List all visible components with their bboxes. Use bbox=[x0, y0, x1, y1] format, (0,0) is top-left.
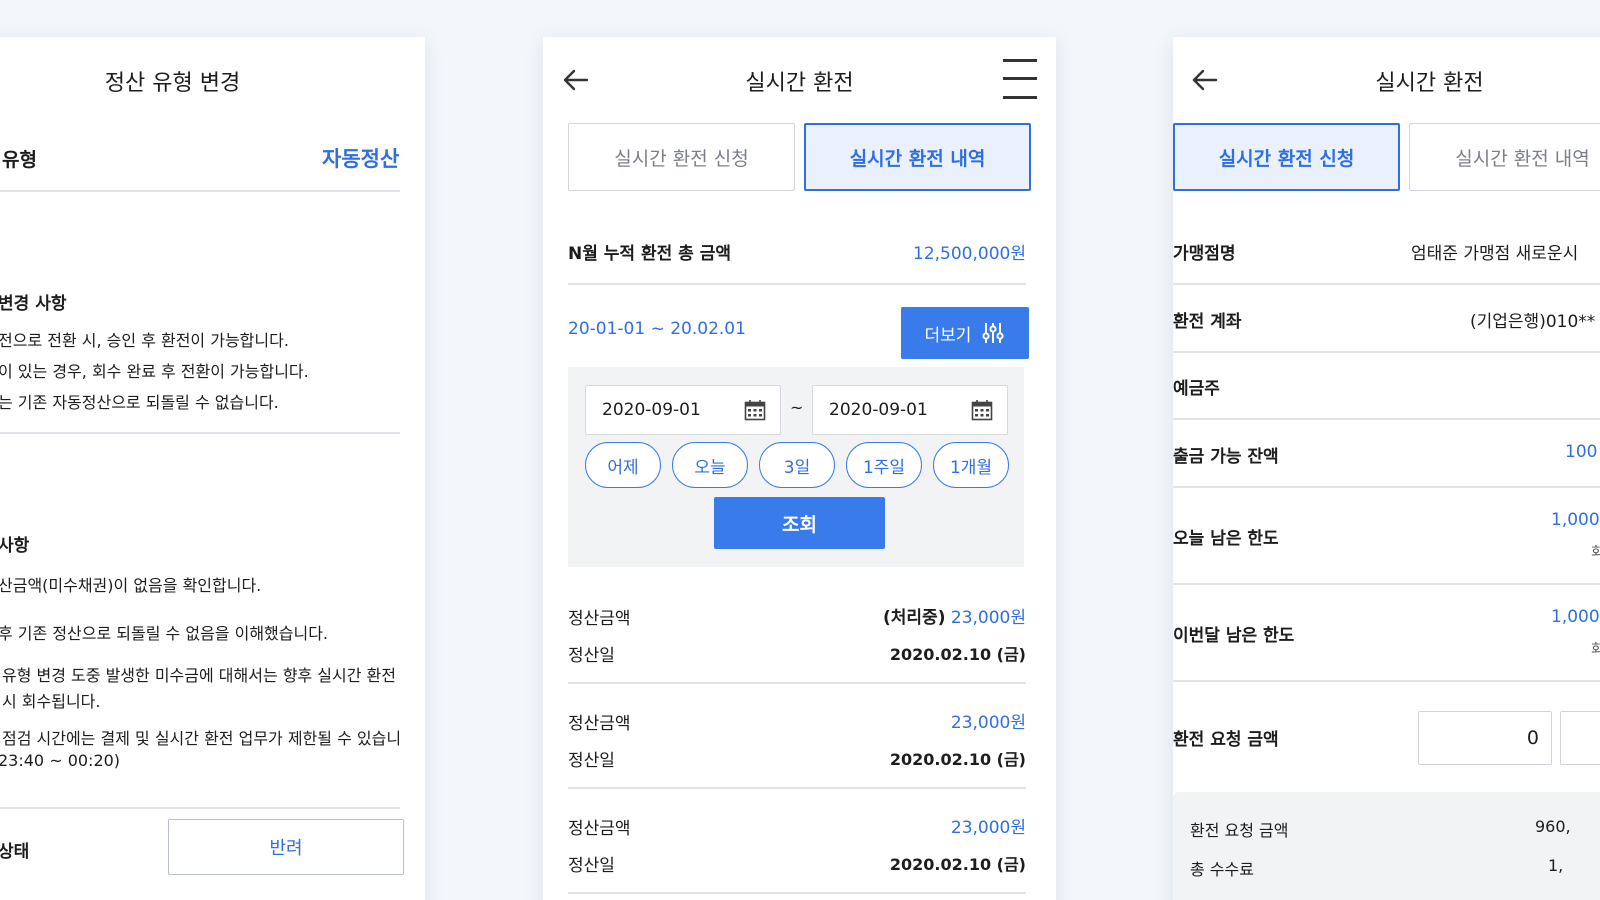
notice-line-2: 후 기존 정산으로 되돌릴 수 없음을 이해했습니다. bbox=[0, 624, 329, 643]
more-button-label: 더보기 bbox=[924, 325, 972, 346]
record-date-value: 2020.02.10 (금) bbox=[889, 855, 1026, 874]
quick-range-yesterday[interactable]: 어제 bbox=[585, 442, 661, 488]
quick-range-1week[interactable]: 1주일 bbox=[846, 442, 922, 488]
record-date-label: 정산일 bbox=[568, 751, 615, 771]
notice-line-1: 산금액(미수채권)이 없음을 확인합니다. bbox=[0, 576, 262, 595]
exchange-request-panel: 실시간 환전 실시간 환전 신청 실시간 환전 내역 가맹점명 엄태준 가맹점 … bbox=[1173, 37, 1600, 900]
quick-range-today[interactable]: 오늘 bbox=[672, 442, 748, 488]
change-line-2: 이 있는 경우, 회수 완료 후 전환이 가능합니다. bbox=[0, 362, 309, 381]
divider bbox=[1173, 486, 1600, 488]
record-date-value: 2020.02.10 (금) bbox=[889, 750, 1026, 769]
available-balance-label: 출금 가능 잔액 bbox=[1173, 447, 1279, 467]
change-line-1: 전으로 전환 시, 승인 후 환전이 가능합니다. bbox=[0, 331, 289, 350]
divider bbox=[0, 190, 400, 192]
monthly-limit-value: 1,000 bbox=[1551, 607, 1600, 627]
summary-fee-value: 1, bbox=[1548, 856, 1564, 875]
monthly-total-label: N월 누적 환전 총 금액 bbox=[568, 244, 732, 264]
record-date-label: 정산일 bbox=[568, 856, 615, 876]
date-range-text: 20-01-01 ~ 20.02.01 bbox=[568, 319, 746, 339]
page-title: 실시간 환전 bbox=[1375, 71, 1484, 96]
divider bbox=[568, 283, 1026, 285]
daily-limit-label: 오늘 남은 한도 bbox=[1173, 529, 1279, 549]
record-status: (처리중) bbox=[883, 608, 946, 628]
divider bbox=[0, 432, 400, 434]
account-value: (기업은행)010** bbox=[1470, 312, 1596, 332]
more-button[interactable]: 더보기 bbox=[901, 307, 1029, 359]
type-label: 유형 bbox=[2, 149, 37, 171]
tab-exchange-history[interactable]: 실시간 환전 내역 bbox=[1409, 123, 1600, 191]
divider bbox=[568, 787, 1026, 789]
daily-limit-sub: 회 bbox=[1591, 545, 1600, 561]
store-name-value: 엄태준 가맹점 새로운시 bbox=[1411, 244, 1579, 264]
record-amount-label: 정산금액 bbox=[568, 609, 631, 629]
record-amount-value: 23,000원 bbox=[950, 818, 1026, 838]
quick-range-1month[interactable]: 1개월 bbox=[933, 442, 1009, 488]
date-to-input[interactable]: 2020-09-01 bbox=[812, 385, 1008, 435]
type-value[interactable]: 자동정산 bbox=[322, 143, 399, 173]
record-amount: (처리중) 23,000원 bbox=[883, 603, 1026, 628]
section-title-notice: 사항 bbox=[0, 536, 30, 556]
headline-strip bbox=[0, 0, 1600, 10]
divider bbox=[1173, 583, 1600, 585]
available-balance-value: 100 bbox=[1565, 442, 1598, 462]
search-button[interactable]: 조회 bbox=[714, 497, 885, 549]
store-name-label: 가맹점명 bbox=[1173, 244, 1236, 264]
daily-limit-value: 1,000 bbox=[1551, 510, 1600, 530]
record-date-label: 정산일 bbox=[568, 646, 615, 666]
monthly-limit-sub: 회 bbox=[1591, 642, 1600, 658]
date-tilde: ~ bbox=[790, 398, 804, 417]
divider bbox=[0, 807, 400, 809]
monthly-limit-label: 이번달 남은 한도 bbox=[1173, 626, 1295, 646]
tab-exchange-request[interactable]: 실시간 환전 신청 bbox=[1173, 123, 1400, 191]
page-title: 실시간 환전 bbox=[745, 71, 854, 96]
status-label: 상태 bbox=[0, 842, 30, 862]
unit-select[interactable] bbox=[1560, 711, 1600, 765]
account-holder-label: 예금주 bbox=[1173, 379, 1220, 399]
monthly-total-value: 12,500,000원 bbox=[913, 244, 1026, 264]
divider bbox=[1173, 418, 1600, 420]
page-title: 정산 유형 변경 bbox=[104, 71, 241, 96]
notice-line-5: 점검 시간에는 결제 및 실시간 환전 업무가 제한될 수 있습니 bbox=[2, 729, 402, 748]
record-amount-label: 정산금액 bbox=[568, 819, 631, 839]
filter-sliders-icon bbox=[982, 323, 1005, 343]
record-date-value: 2020.02.10 (금) bbox=[889, 645, 1026, 664]
summary-fee-label: 총 수수료 bbox=[1190, 860, 1254, 879]
divider bbox=[1173, 680, 1600, 682]
divider bbox=[568, 682, 1026, 684]
notice-line-3: 유형 변경 도중 발생한 미수금에 대해서는 향후 실시간 환전 bbox=[2, 666, 396, 685]
section-title-changes: 변경 사항 bbox=[0, 294, 67, 314]
account-label: 환전 계좌 bbox=[1173, 312, 1242, 332]
tab-exchange-request[interactable]: 실시간 환전 신청 bbox=[568, 123, 795, 191]
reject-button[interactable]: 반려 bbox=[168, 819, 404, 875]
record-amount-label: 정산금액 bbox=[568, 714, 631, 734]
request-summary-box: 환전 요청 금액 960, 총 수수료 1, bbox=[1173, 792, 1600, 900]
divider bbox=[1173, 351, 1600, 353]
calendar-icon[interactable] bbox=[744, 399, 766, 421]
date-filter-box: 2020-09-01 ~ 2020-09-01 어제 오늘 3일 1주일 1개월… bbox=[568, 367, 1024, 567]
divider bbox=[568, 892, 1026, 894]
summary-request-label: 환전 요청 금액 bbox=[1190, 821, 1289, 840]
quick-range-3days[interactable]: 3일 bbox=[759, 442, 835, 488]
summary-request-value: 960, bbox=[1535, 817, 1571, 836]
notice-line-4: 시 회수됩니다. bbox=[2, 692, 101, 711]
date-from-input[interactable]: 2020-09-01 bbox=[585, 385, 781, 435]
divider bbox=[1173, 283, 1600, 285]
request-amount-input[interactable]: 0 bbox=[1418, 711, 1552, 765]
date-from-value: 2020-09-01 bbox=[602, 400, 701, 420]
hamburger-menu-icon[interactable] bbox=[1003, 59, 1037, 99]
settlement-type-panel: 정산 유형 변경 유형 자동정산 변경 사항 전으로 전환 시, 승인 후 환전… bbox=[0, 37, 425, 900]
notice-line-6: 23:40 ~ 00:20) bbox=[0, 751, 121, 770]
exchange-history-panel: 실시간 환전 실시간 환전 신청 실시간 환전 내역 N월 누적 환전 총 금액… bbox=[543, 37, 1056, 900]
record-amount-value: 23,000원 bbox=[950, 608, 1026, 628]
date-to-value: 2020-09-01 bbox=[829, 400, 928, 420]
request-amount-label: 환전 요청 금액 bbox=[1173, 730, 1279, 750]
tab-exchange-history[interactable]: 실시간 환전 내역 bbox=[804, 123, 1031, 191]
record-amount-value: 23,000원 bbox=[950, 713, 1026, 733]
calendar-icon[interactable] bbox=[971, 399, 993, 421]
change-line-3: 는 기존 자동정산으로 되돌릴 수 없습니다. bbox=[0, 393, 279, 412]
